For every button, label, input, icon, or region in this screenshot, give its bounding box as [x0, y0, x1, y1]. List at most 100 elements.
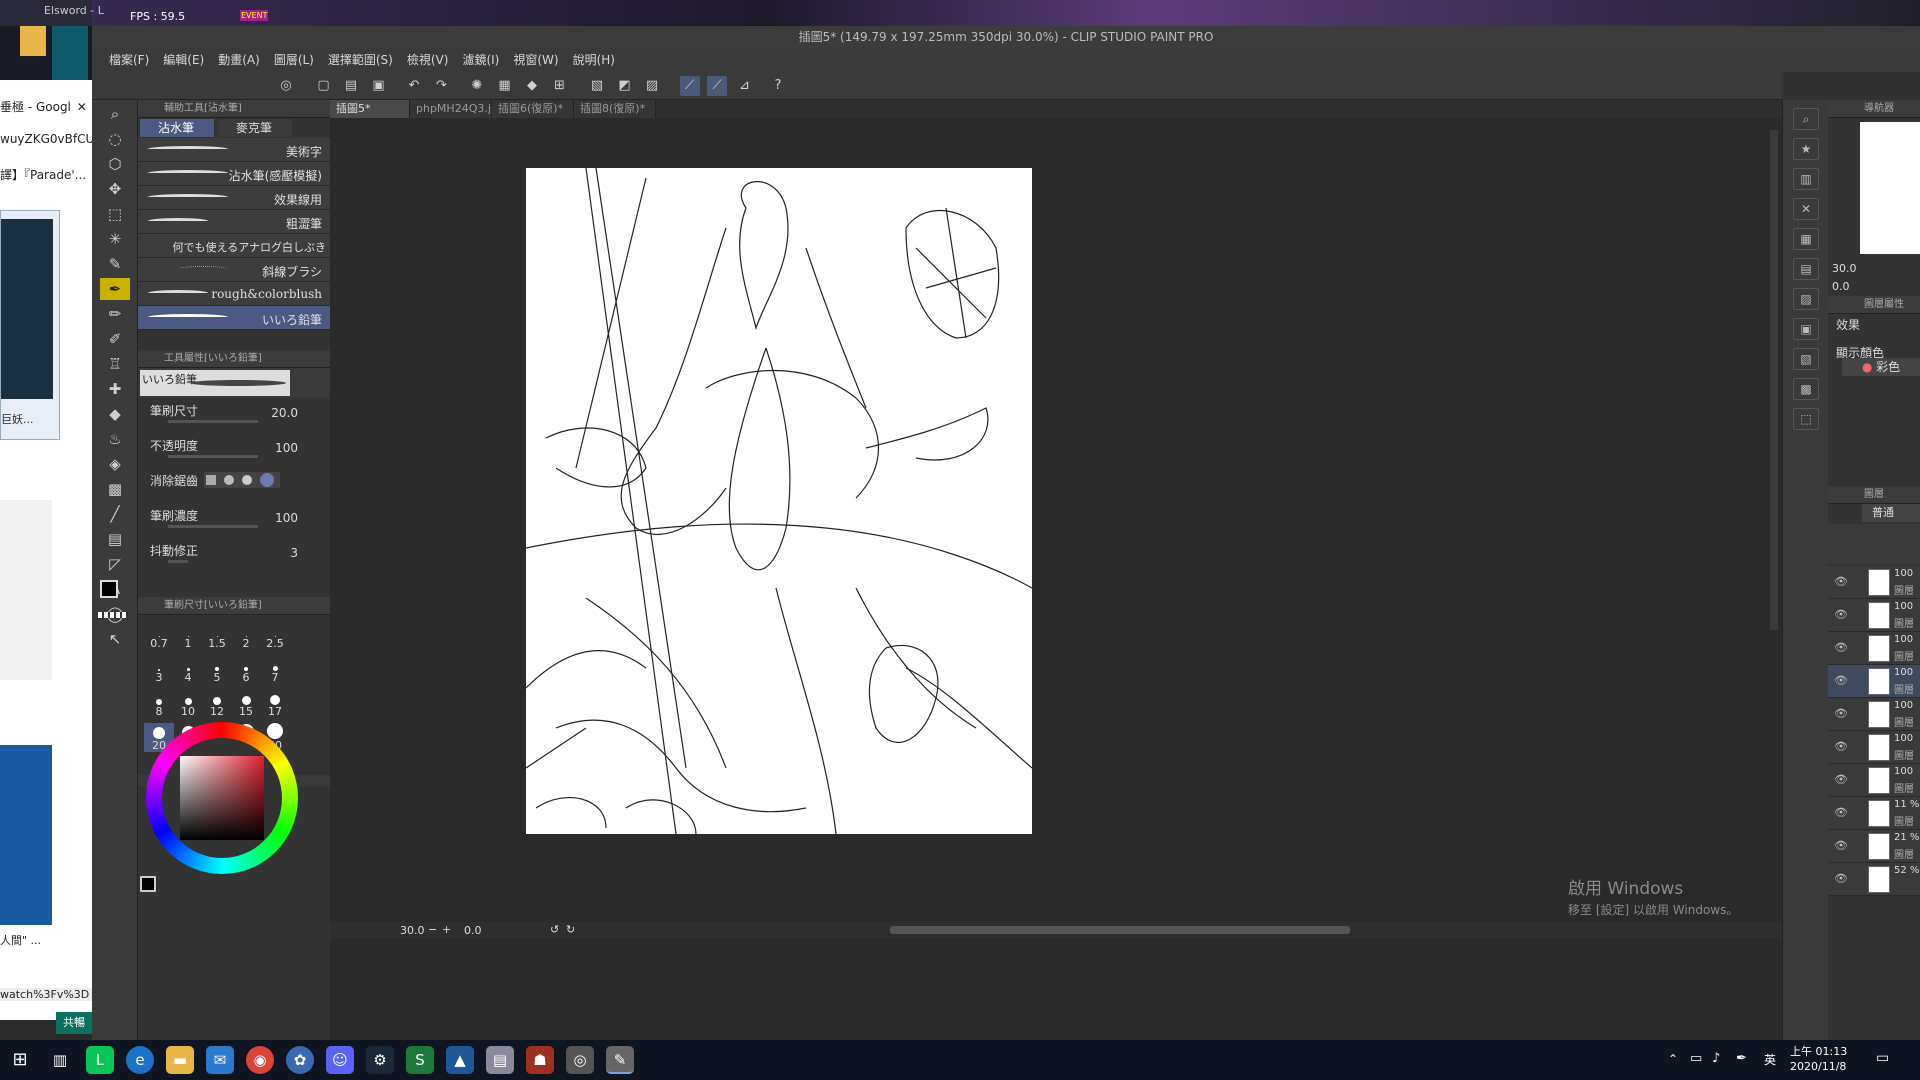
- open-file-icon[interactable]: ▤: [341, 76, 361, 96]
- horizontal-scrollbar[interactable]: [890, 926, 1350, 934]
- layer-row[interactable]: 👁 100 圖層: [1828, 731, 1920, 764]
- figure-tool-icon[interactable]: ╱: [100, 503, 130, 525]
- menu-file[interactable]: 檔案(F): [102, 48, 156, 72]
- visibility-eye-icon[interactable]: 👁: [1834, 674, 1848, 687]
- decoration-tool-icon[interactable]: ✚: [100, 378, 130, 400]
- clock-time[interactable]: 上午 01:13: [1790, 1043, 1847, 1059]
- airbrush-tool-icon[interactable]: ♖: [100, 353, 130, 375]
- tab-document[interactable]: 插圖6(復原)*: [492, 100, 574, 118]
- item-bank-icon[interactable]: ▨: [1793, 288, 1819, 310]
- brush-item[interactable]: 沾水筆(感壓模擬): [138, 162, 330, 186]
- antialiasing-property[interactable]: 消除鋸齒: [138, 468, 330, 503]
- show-selection-icon[interactable]: ▨: [642, 76, 662, 96]
- drawing-canvas[interactable]: [526, 168, 1032, 834]
- layer-search-icon[interactable]: ▣: [1793, 318, 1819, 340]
- menu-layer[interactable]: 圖層(L): [267, 48, 321, 72]
- browser-url[interactable]: wuyZKG0vBfCU: [0, 132, 92, 146]
- visibility-eye-icon[interactable]: 👁: [1834, 608, 1848, 621]
- ruler-tool-icon[interactable]: ◸: [100, 553, 130, 575]
- visibility-eye-icon[interactable]: 👁: [1834, 707, 1848, 720]
- snap-ruler-icon[interactable]: ⟋: [679, 76, 700, 96]
- fill-tool-icon[interactable]: ◈: [100, 453, 130, 475]
- start-icon[interactable]: ⊞: [6, 1046, 34, 1074]
- angle-readout[interactable]: 0.0: [464, 924, 482, 937]
- video-thumbnail-2[interactable]: [0, 745, 52, 925]
- display-color-button[interactable]: ● 彩色: [1842, 358, 1920, 376]
- eyedropper-icon[interactable]: ✎: [100, 253, 130, 275]
- main-color-swatch[interactable]: [100, 580, 118, 598]
- zoom-readout[interactable]: 30.0: [400, 924, 425, 937]
- chrome-icon[interactable]: ◉: [246, 1046, 274, 1074]
- antialias-options[interactable]: [204, 472, 280, 488]
- tray-chevron-icon[interactable]: ⌃: [1668, 1052, 1678, 1066]
- brush-item[interactable]: rough&colorblush: [138, 282, 330, 306]
- menu-animation[interactable]: 動畫(A): [211, 48, 267, 72]
- vertical-scrollbar[interactable]: [1770, 130, 1778, 630]
- menu-help[interactable]: 說明(H): [566, 48, 622, 72]
- timeline-icon[interactable]: ▩: [1793, 378, 1819, 400]
- correct-line-tool-icon[interactable]: ↖: [100, 628, 130, 650]
- navigator-preview[interactable]: [1860, 122, 1920, 254]
- visibility-eye-icon[interactable]: 👁: [1834, 575, 1848, 588]
- video-caption[interactable]: 巨妖...: [1, 411, 34, 427]
- browser-tab[interactable]: 垂極 - Googl ✕: [0, 98, 92, 115]
- rotate-right-icon[interactable]: ↻: [566, 923, 575, 936]
- brush-size-option[interactable]: 10: [173, 689, 203, 718]
- clip-studio-launcher-icon[interactable]: ◎: [566, 1046, 594, 1074]
- mail-icon[interactable]: ✉: [206, 1046, 234, 1074]
- blend-tool-icon[interactable]: ♨: [100, 428, 130, 450]
- lasso-tool-icon[interactable]: ◌: [100, 128, 130, 150]
- auto-action-icon[interactable]: ⬚: [1793, 408, 1819, 430]
- snap-special-ruler-icon[interactable]: ⟋: [707, 76, 727, 96]
- magic-wand-icon[interactable]: ✳: [100, 228, 130, 250]
- brush-size-option[interactable]: 6: [231, 655, 261, 684]
- save-icon[interactable]: ▣: [369, 76, 389, 96]
- animation-icon[interactable]: ▧: [1793, 348, 1819, 370]
- undo-icon[interactable]: ↶: [404, 76, 424, 96]
- layer-row[interactable]: 👁 100 圖層: [1828, 665, 1920, 698]
- layer-row[interactable]: 👁 11 % 圖層: [1828, 797, 1920, 830]
- brush-item[interactable]: 斜線ブラシ: [138, 258, 330, 282]
- transform-icon[interactable]: ⊞: [550, 76, 570, 96]
- brush-item[interactable]: 效果線用: [138, 186, 330, 210]
- pen-tool-icon[interactable]: ✒: [100, 278, 130, 300]
- brush-item[interactable]: 何でも使えるアナログ白しぶき: [138, 234, 330, 258]
- brush-size-option[interactable]: 5: [202, 655, 232, 684]
- brush-size-option[interactable]: 17: [260, 689, 290, 718]
- navigator-zoom[interactable]: 30.0: [1832, 262, 1857, 275]
- zoom-out-button[interactable]: −: [428, 923, 437, 936]
- layer-row[interactable]: 👁 100 圖層: [1828, 698, 1920, 731]
- eraser-tool-icon[interactable]: ◆: [100, 403, 130, 425]
- zoom-tool-icon[interactable]: ⌕: [100, 103, 130, 125]
- color-saturation-square[interactable]: [180, 756, 264, 840]
- menu-selection[interactable]: 選擇範圍(S): [321, 48, 400, 72]
- deselect-icon[interactable]: ▧: [587, 76, 607, 96]
- marquee-tool-icon[interactable]: ⬚: [100, 203, 130, 225]
- clear-icon[interactable]: ✺: [467, 76, 487, 96]
- brush-tool-icon[interactable]: ✐: [100, 328, 130, 350]
- brush-size-option[interactable]: 7: [260, 655, 290, 684]
- tab-document[interactable]: 插圖8(復原)*: [574, 100, 656, 118]
- pen-icon[interactable]: ✒: [1736, 1051, 1747, 1066]
- visibility-eye-icon[interactable]: 👁: [1834, 806, 1848, 819]
- menu-filter[interactable]: 濾鏡(I): [455, 48, 506, 72]
- brush-size-option[interactable]: 1: [173, 621, 203, 650]
- clear-outside-icon[interactable]: ▦: [495, 76, 515, 96]
- gradient-tool-icon[interactable]: ▩: [100, 478, 130, 500]
- menu-window[interactable]: 視窗(W): [506, 48, 565, 72]
- game-shortcut-icon[interactable]: [52, 26, 88, 80]
- visibility-eye-icon[interactable]: 👁: [1834, 740, 1848, 753]
- current-color-swatch[interactable]: [140, 876, 156, 892]
- search-icon[interactable]: ⌕: [1793, 108, 1819, 130]
- share-button[interactable]: 共暢: [56, 1012, 92, 1034]
- brush-size-option[interactable]: 2.5: [260, 621, 290, 650]
- brush-size-option[interactable]: 15: [231, 689, 261, 718]
- notification-icon[interactable]: ▭: [1876, 1050, 1889, 1066]
- close-panel-icon[interactable]: ✕: [1793, 198, 1819, 220]
- discord-icon[interactable]: ☺: [326, 1046, 354, 1074]
- browser-link[interactable]: 譯】『Parade'...: [0, 166, 92, 183]
- new-file-icon[interactable]: ▢: [314, 76, 334, 96]
- volume-icon[interactable]: ♪: [1712, 1051, 1720, 1066]
- file-explorer-icon[interactable]: ▬: [166, 1046, 194, 1074]
- brush-item-selected[interactable]: いいろ鉛筆: [138, 306, 330, 330]
